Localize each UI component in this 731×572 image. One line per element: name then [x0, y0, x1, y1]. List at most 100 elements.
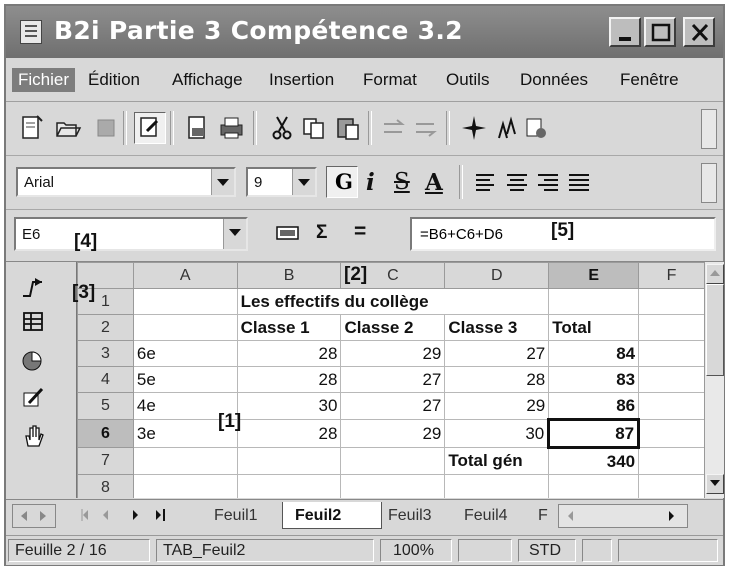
italic-button[interactable]: i: [366, 169, 375, 196]
cell[interactable]: [236, 474, 342, 498]
cell[interactable]: 29: [444, 392, 550, 420]
cell[interactable]: [132, 474, 238, 498]
row-header[interactable]: 7: [77, 447, 134, 475]
export-pdf-button[interactable]: [183, 114, 211, 142]
cell[interactable]: [638, 447, 705, 475]
horizontal-scrollbar[interactable]: [558, 504, 688, 528]
cell[interactable]: Classe 2: [340, 314, 446, 341]
cell[interactable]: 29: [340, 340, 446, 367]
cell[interactable]: 27: [340, 366, 446, 393]
status-zoom[interactable]: 100%: [380, 539, 452, 562]
column-header[interactable]: D: [444, 262, 550, 289]
edit-tool-button[interactable]: [20, 384, 48, 412]
menu-format[interactable]: Format: [363, 70, 417, 90]
chart-tool-button[interactable]: [20, 346, 48, 374]
cell[interactable]: [132, 314, 238, 341]
navigator-button[interactable]: [460, 114, 488, 142]
gallery-button[interactable]: [522, 114, 550, 142]
row-header[interactable]: 5: [77, 392, 134, 420]
cell[interactable]: Classe 1: [236, 314, 342, 341]
cell[interactable]: 83: [548, 366, 640, 393]
cell[interactable]: [444, 474, 550, 498]
column-header[interactable]: F: [638, 262, 705, 289]
cell[interactable]: [340, 447, 446, 475]
nav-arrows[interactable]: [12, 504, 56, 528]
edit-mode-button[interactable]: [134, 112, 166, 144]
font-color-button[interactable]: A: [425, 169, 443, 196]
cell[interactable]: 340: [548, 447, 640, 475]
chevron-down-icon[interactable]: [292, 169, 315, 195]
scroll-up-button[interactable]: [706, 264, 724, 284]
cell[interactable]: Les effectifs du collège: [236, 288, 550, 315]
cell[interactable]: [638, 314, 705, 341]
maximize-button[interactable]: [644, 17, 676, 47]
cell[interactable]: 27: [444, 340, 550, 367]
select-tool-button[interactable]: [20, 274, 48, 302]
name-box[interactable]: E6: [14, 217, 248, 251]
open-button[interactable]: [54, 114, 82, 142]
copy-button[interactable]: [300, 114, 328, 142]
column-header[interactable]: E: [548, 262, 640, 289]
menu-affichage[interactable]: Affichage: [172, 70, 243, 90]
cell[interactable]: 86: [548, 392, 640, 420]
toolbar-scroll[interactable]: [701, 109, 717, 149]
column-header[interactable]: B: [236, 262, 342, 289]
menu-edition[interactable]: Édition: [88, 70, 140, 90]
status-mode[interactable]: STD: [518, 539, 576, 562]
cell[interactable]: [638, 288, 705, 315]
cell[interactable]: [638, 419, 705, 448]
cell[interactable]: 5e: [132, 366, 238, 393]
tab-feuil3[interactable]: Feuil3: [376, 502, 462, 528]
hand-tool-button[interactable]: [20, 422, 48, 450]
align-right-button[interactable]: [534, 168, 562, 196]
cell[interactable]: Total: [548, 314, 640, 341]
cell[interactable]: 29: [340, 419, 446, 448]
new-document-button[interactable]: [18, 114, 46, 142]
spreadsheet-grid[interactable]: A B C D E F 1 Les effectifs du collège 2…: [76, 262, 705, 498]
cell[interactable]: 27: [340, 392, 446, 420]
cell[interactable]: [638, 340, 705, 367]
status-page-style[interactable]: TAB_Feuil2: [156, 539, 374, 562]
row-header[interactable]: 6: [77, 419, 134, 448]
row-header[interactable]: 2: [77, 314, 134, 341]
styles-button[interactable]: [493, 114, 521, 142]
function-wizard-button[interactable]: [276, 223, 300, 243]
active-cell[interactable]: 87: [547, 418, 641, 449]
font-name-select[interactable]: Arial: [16, 167, 236, 197]
undo-button[interactable]: [380, 114, 408, 142]
cell[interactable]: 6e: [132, 340, 238, 367]
cell[interactable]: [548, 288, 640, 315]
scroll-thumb[interactable]: [706, 284, 724, 376]
function-button[interactable]: =: [354, 220, 366, 244]
cell[interactable]: 28: [236, 366, 342, 393]
tab-feuil1[interactable]: Feuil1: [202, 502, 292, 528]
cut-button[interactable]: [268, 114, 296, 142]
cell[interactable]: 30: [444, 419, 550, 448]
cell[interactable]: [132, 447, 238, 475]
chevron-down-icon[interactable]: [223, 219, 246, 249]
cell[interactable]: [638, 366, 705, 393]
scroll-down-button[interactable]: [706, 474, 724, 494]
align-center-button[interactable]: [503, 168, 531, 196]
redo-button[interactable]: [412, 114, 440, 142]
tab-feuil2[interactable]: Feuil2: [282, 502, 382, 529]
row-header[interactable]: 4: [77, 366, 134, 393]
bold-button[interactable]: G: [326, 166, 358, 198]
column-header[interactable]: A: [132, 262, 238, 289]
cell[interactable]: 28: [236, 340, 342, 367]
chevron-down-icon[interactable]: [211, 169, 234, 195]
cell[interactable]: [132, 288, 238, 315]
cell[interactable]: [236, 447, 342, 475]
table-tool-button[interactable]: [20, 308, 48, 336]
cell[interactable]: [638, 474, 705, 498]
toolbar-scroll[interactable]: [701, 163, 717, 203]
cell[interactable]: 84: [548, 340, 640, 367]
menu-outils[interactable]: Outils: [446, 70, 489, 90]
cell[interactable]: [340, 474, 446, 498]
menu-donnees[interactable]: Données: [520, 70, 588, 90]
cell[interactable]: [548, 474, 640, 498]
align-left-button[interactable]: [472, 168, 500, 196]
cell[interactable]: 30: [236, 392, 342, 420]
close-button[interactable]: [683, 17, 715, 47]
strikethrough-button[interactable]: S: [394, 169, 410, 195]
